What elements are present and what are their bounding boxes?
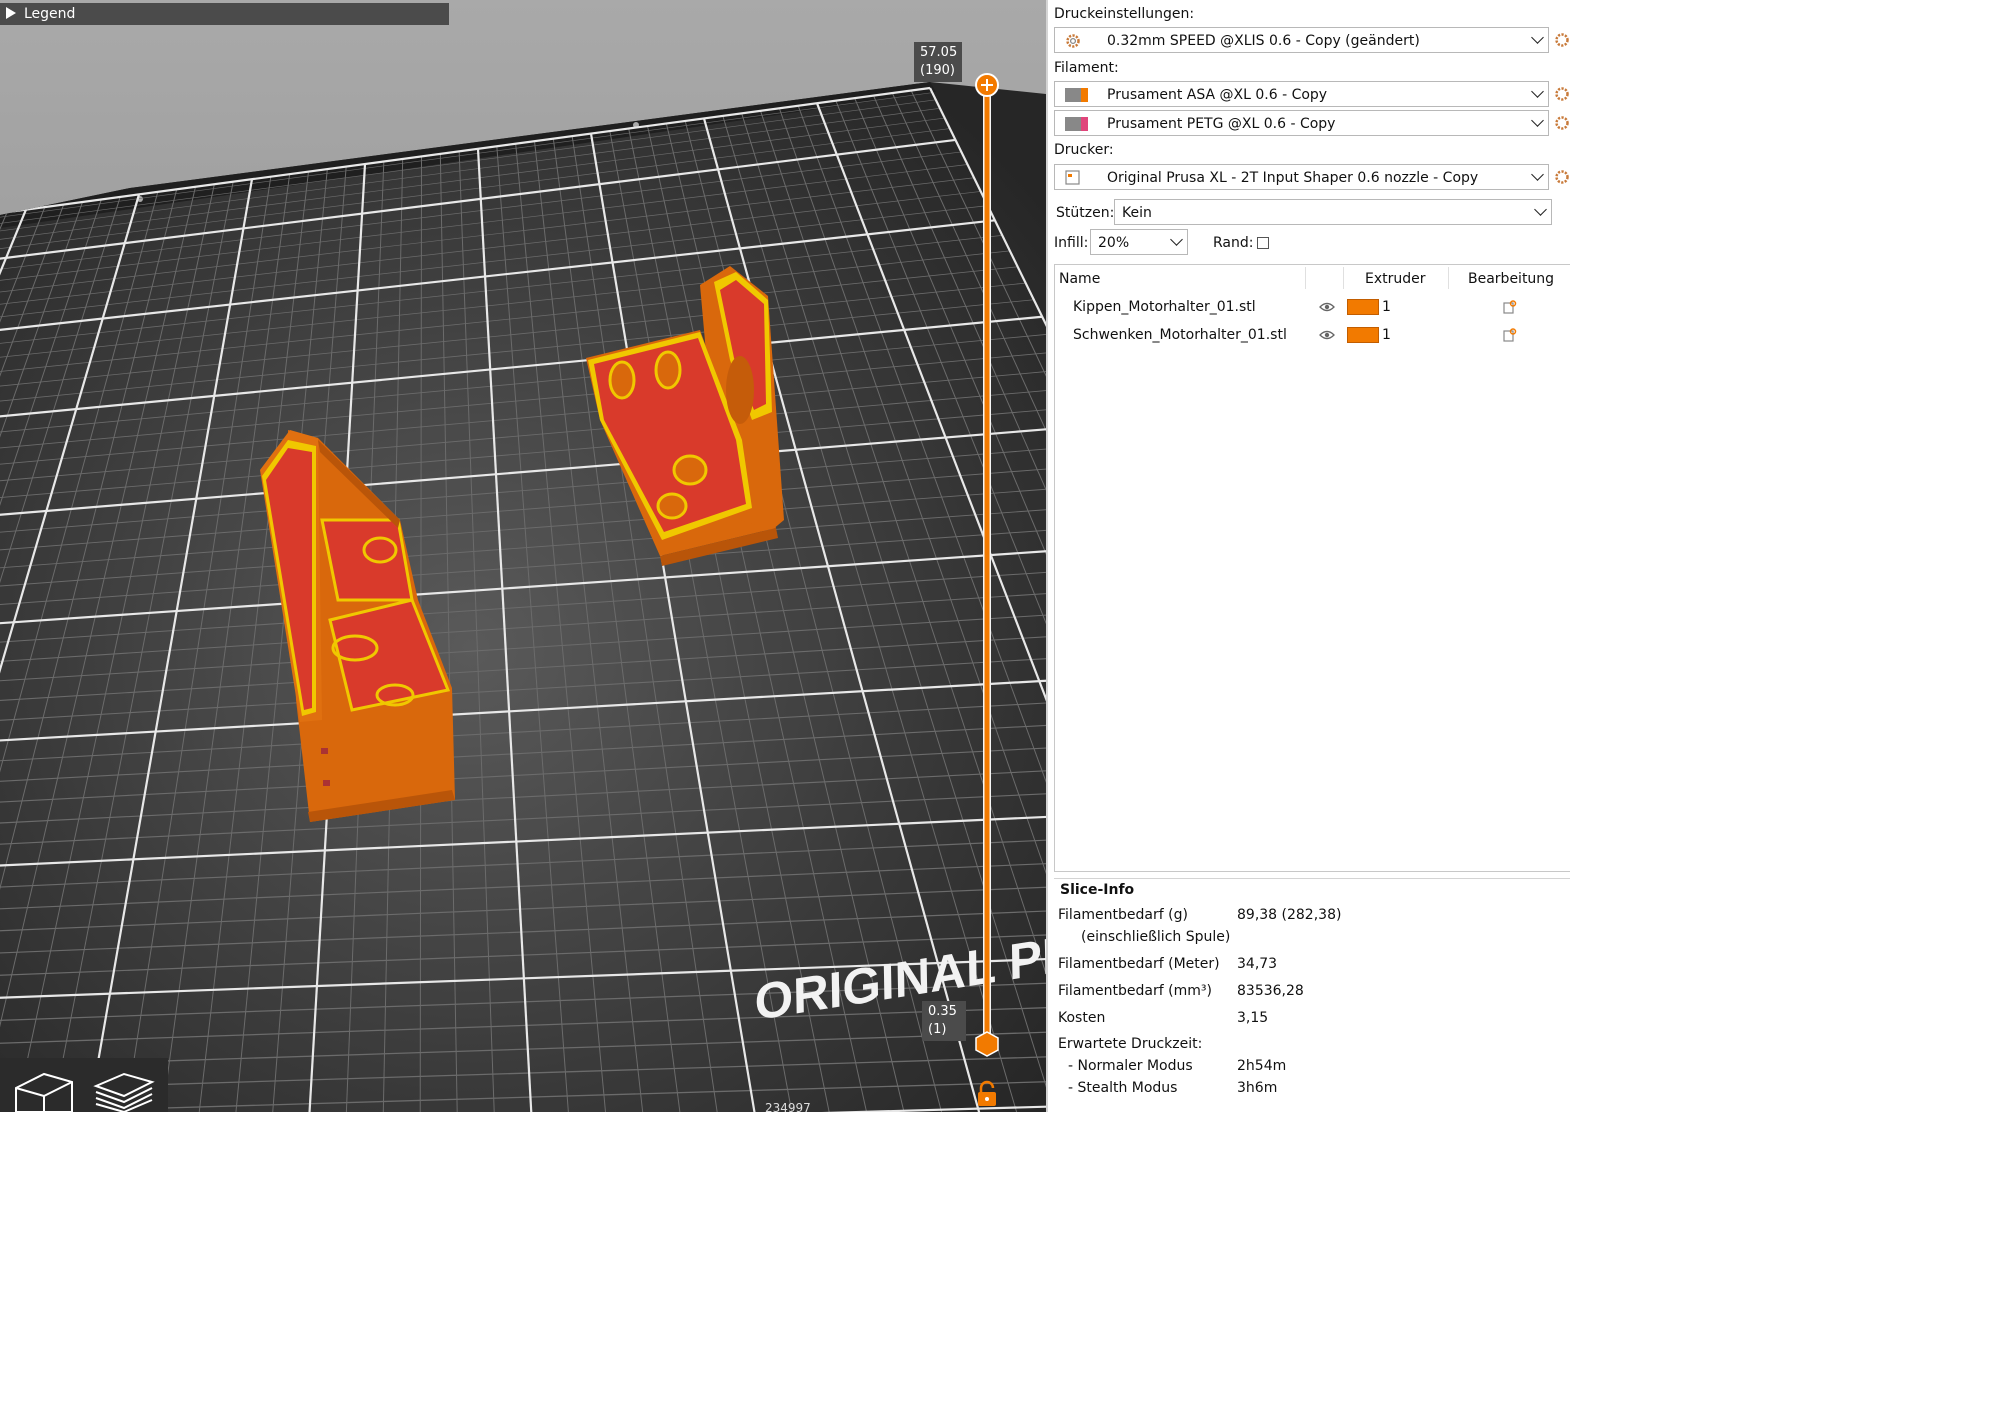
chevron-down-icon <box>1531 168 1544 181</box>
filament-weight-label: Filamentbedarf (g) <box>1058 907 1188 923</box>
extruder-color-swatch[interactable] <box>1347 327 1379 343</box>
filament-combo-1[interactable]: Prusament ASA @XL 0.6 - Copy <box>1054 81 1549 107</box>
print-time-label: Erwartete Druckzeit: <box>1058 1036 1203 1052</box>
slider-bottom-value: 0.35 <box>928 1004 957 1019</box>
edit-printer-gear-icon[interactable] <box>1554 169 1570 185</box>
filament-combo-2[interactable]: Prusament PETG @XL 0.6 - Copy <box>1054 110 1549 136</box>
filament-length-value: 34,73 <box>1237 956 1278 972</box>
layer-slider-bottom-label: 0.35 (1) <box>922 1001 966 1041</box>
filament-volume-value: 83536,28 <box>1237 983 1304 999</box>
eye-icon[interactable] <box>1319 329 1335 341</box>
object-name: Schwenken_Motorhalter_01.stl <box>1073 327 1287 343</box>
chevron-down-icon <box>1534 203 1547 216</box>
edit-object-icon[interactable] <box>1503 328 1517 342</box>
chevron-down-icon <box>1531 85 1544 98</box>
expand-triangle-icon <box>6 7 16 19</box>
eye-icon[interactable] <box>1319 301 1335 313</box>
infill-label: Infill: <box>1054 235 1089 251</box>
object-name: Kippen_Motorhalter_01.stl <box>1073 299 1256 315</box>
printer-label: Drucker: <box>1054 142 1114 158</box>
layer-slider-top-handle[interactable] <box>975 73 999 97</box>
object-row-kippen[interactable]: Kippen_Motorhalter_01.stl 1 <box>1055 295 1570 323</box>
3d-viewport[interactable]: ORIGINAL PR Legend 57.05 (190) 0.35 (1) … <box>0 0 1046 1112</box>
column-edit[interactable]: Bearbeitung <box>1468 271 1554 287</box>
supports-combo[interactable]: Kein <box>1114 199 1552 225</box>
edit-print-settings-gear-icon[interactable] <box>1554 32 1570 48</box>
slice-info-divider <box>1054 878 1570 879</box>
printer-combo[interactable]: Original Prusa XL - 2T Input Shaper 0.6 … <box>1054 164 1549 190</box>
filament-volume-label: Filamentbedarf (mm³) <box>1058 983 1212 999</box>
supports-value: Kein <box>1122 205 1152 221</box>
edit-filament-1-gear-icon[interactable] <box>1554 86 1570 102</box>
print-settings-combo[interactable]: 0.32mm SPEED @XLIS 0.6 - Copy (geändert) <box>1054 27 1549 53</box>
slider-bottom-layer: (1) <box>928 1022 947 1037</box>
filament-color-icon-2 <box>1065 117 1088 131</box>
edit-object-icon[interactable] <box>1503 300 1517 314</box>
printer-value: Original Prusa XL - 2T Input Shaper 0.6 … <box>1107 170 1479 186</box>
normal-mode-value: 2h54m <box>1237 1058 1287 1074</box>
filament-weight-sublabel: (einschließlich Spule) <box>1081 929 1231 945</box>
stealth-mode-value: 3h6m <box>1237 1080 1278 1096</box>
supports-label: Stützen: <box>1056 205 1115 221</box>
filament-label: Filament: <box>1054 60 1119 76</box>
slider-top-value: 57.05 <box>920 45 958 60</box>
settings-sidebar: Druckeinstellungen: 0.32mm SPEED @XLIS 0… <box>1046 0 1570 1112</box>
horizontal-slider-counter: 234997 <box>765 1101 811 1112</box>
cost-label: Kosten <box>1058 1010 1106 1026</box>
chevron-down-icon <box>1531 114 1544 127</box>
legend-toggle[interactable]: Legend <box>0 3 449 25</box>
chevron-down-icon <box>1170 233 1183 246</box>
brim-label: Rand: <box>1213 235 1254 251</box>
brim-checkbox[interactable] <box>1257 237 1269 249</box>
object-row-schwenken[interactable]: Schwenken_Motorhalter_01.stl 1 <box>1055 323 1570 351</box>
extruder-color-swatch[interactable] <box>1347 299 1379 315</box>
print-bed-scene[interactable]: ORIGINAL PR <box>0 0 1046 1112</box>
layer-slider-bottom-handle[interactable] <box>975 1031 999 1057</box>
infill-value: 20% <box>1098 235 1130 251</box>
object-list-header: Name Extruder Bearbeitung <box>1055 265 1570 293</box>
legend-label: Legend <box>24 6 76 22</box>
cost-value: 3,15 <box>1237 1010 1269 1026</box>
extruder-number: 1 <box>1382 299 1391 315</box>
filament-1-name: Prusament ASA @XL 0.6 - Copy <box>1107 87 1328 103</box>
slider-top-layer: (190) <box>920 63 955 78</box>
infill-combo[interactable]: 20% <box>1090 229 1188 255</box>
print-settings-value: 0.32mm SPEED @XLIS 0.6 - Copy (geändert) <box>1107 33 1420 49</box>
column-name[interactable]: Name <box>1059 271 1100 287</box>
object-list: Name Extruder Bearbeitung Kippen_Motorha… <box>1054 264 1570 872</box>
column-extruder[interactable]: Extruder <box>1365 271 1426 287</box>
slice-info-title: Slice-Info <box>1060 882 1135 898</box>
layer-slider-top-label: 57.05 (190) <box>914 42 962 82</box>
print-settings-gear-icon <box>1066 34 1080 48</box>
chevron-down-icon <box>1531 31 1544 44</box>
extruder-number: 1 <box>1382 327 1391 343</box>
print-settings-label: Druckeinstellungen: <box>1054 6 1195 22</box>
filament-weight-value: 89,38 (282,38) <box>1237 907 1342 923</box>
filament-color-icon-1 <box>1065 88 1088 102</box>
filament-length-label: Filamentbedarf (Meter) <box>1058 956 1220 972</box>
stealth-mode-label: - Stealth Modus <box>1068 1080 1178 1096</box>
printer-icon <box>1065 170 1080 185</box>
edit-filament-2-gear-icon[interactable] <box>1554 115 1570 131</box>
filament-2-name: Prusament PETG @XL 0.6 - Copy <box>1107 116 1336 132</box>
normal-mode-label: - Normaler Modus <box>1068 1058 1193 1074</box>
